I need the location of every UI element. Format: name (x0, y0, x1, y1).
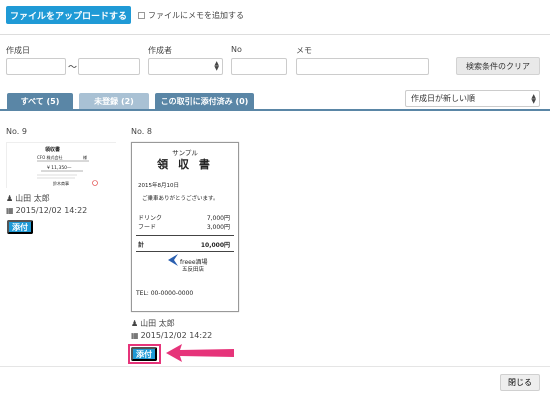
thumb-title: 領収書 (44, 146, 60, 153)
uploader-name: 山田 太郎 (15, 194, 50, 203)
created-date-from-input[interactable] (6, 58, 66, 75)
attach-button[interactable]: 添付 (131, 347, 157, 361)
tab-attached[interactable]: この取引に添付済み (0) (155, 93, 254, 110)
calendar-icon: ▦ (6, 206, 14, 215)
uploader-row: ♟ 山田 太郎 (6, 193, 50, 204)
datetime-row: ▦ 2015/12/02 14:22 (6, 206, 87, 215)
divider (136, 251, 234, 252)
tab-underline (0, 109, 550, 111)
attach-button[interactable]: 添付 (7, 220, 33, 234)
created-date-to-input[interactable] (78, 58, 140, 75)
footer-divider (0, 366, 550, 367)
card-number: No. 9 (6, 127, 27, 136)
receipt-image[interactable]: サンプル 領 収 書 2015年8月10日 ご乗車ありがとうございます。 ドリン… (131, 142, 239, 312)
thumb-amount: ¥ 11,350— (47, 165, 72, 171)
memo-input[interactable] (296, 58, 429, 75)
item-price: 7,000円 (206, 215, 230, 222)
item-name: ドリンク (138, 215, 163, 222)
receipt-thumbnail[interactable]: 領収書 CFO 株式会社 様 ¥ 11,350— 鈴木商事 (6, 142, 117, 189)
receipt-date: 2015年8月10日 (138, 183, 179, 189)
upload-datetime: 2015/12/02 14:22 (15, 206, 88, 215)
upload-file-button[interactable]: ファイルをアップロードする (6, 6, 131, 24)
freee-logo-icon (168, 254, 178, 266)
user-icon: ♟ (131, 319, 139, 328)
pointer-arrow-icon (166, 344, 234, 362)
user-icon: ♟ (6, 194, 14, 203)
total-label: 計 (138, 242, 145, 249)
item-name: フード (138, 224, 157, 231)
created-date-label: 作成日 (6, 46, 30, 55)
sort-select[interactable]: 作成日が新しい順 ▲ ▼ (405, 90, 540, 107)
thumb-honorific: 様 (83, 154, 87, 160)
uploader-name: 山田 太郎 (140, 319, 175, 328)
receipt-title: 領 収 書 (157, 158, 213, 171)
tab-unregistered[interactable]: 未登録 (2) (79, 93, 149, 110)
select-arrows-icon: ▲ ▼ (531, 93, 536, 105)
uploader-row: ♟ 山田 太郎 (131, 318, 175, 329)
thumb-company: CFO 株式会社 (37, 154, 63, 160)
calendar-icon: ▦ (131, 331, 139, 340)
datetime-row: ▦ 2015/12/02 14:22 (131, 331, 212, 340)
sort-select-value: 作成日が新しい順 (411, 94, 475, 103)
receipt-thanks: ご乗車ありがとうございます。 (142, 196, 219, 202)
checkbox-icon[interactable] (138, 12, 145, 19)
divider (136, 235, 234, 236)
clear-filter-button[interactable]: 検索条件のクリア (456, 57, 540, 75)
add-memo-checkbox[interactable]: ファイルにメモを追加する (138, 10, 244, 21)
creator-label: 作成者 (148, 46, 172, 55)
range-separator: 〜 (68, 63, 78, 73)
item-price: 3,000円 (206, 224, 230, 231)
upload-datetime: 2015/12/02 14:22 (140, 331, 213, 340)
card-number: No. 8 (131, 127, 152, 136)
receipt-tel: TEL: 00-0000-0000 (136, 290, 194, 297)
receipt-item: ドリンク 7,000円 (138, 213, 230, 222)
memo-label: メモ (296, 46, 312, 55)
receipt-branch: 五反田店 (182, 267, 205, 273)
close-button[interactable]: 閉じる (500, 374, 540, 391)
thumb-footer: 鈴木商事 (53, 180, 69, 186)
total-value: 10,000円 (200, 242, 230, 249)
no-input[interactable] (231, 58, 287, 75)
receipt-item: フード 3,000円 (138, 222, 230, 231)
receipt-total: 計 10,000円 (138, 240, 230, 249)
no-label: No (231, 45, 242, 54)
divider (0, 34, 550, 35)
add-memo-label: ファイルにメモを追加する (148, 11, 244, 20)
select-arrows-icon: ▲ ▼ (214, 60, 219, 72)
creator-select[interactable]: ▲ ▼ (148, 58, 223, 75)
tab-all[interactable]: すべて (5) (7, 93, 73, 110)
